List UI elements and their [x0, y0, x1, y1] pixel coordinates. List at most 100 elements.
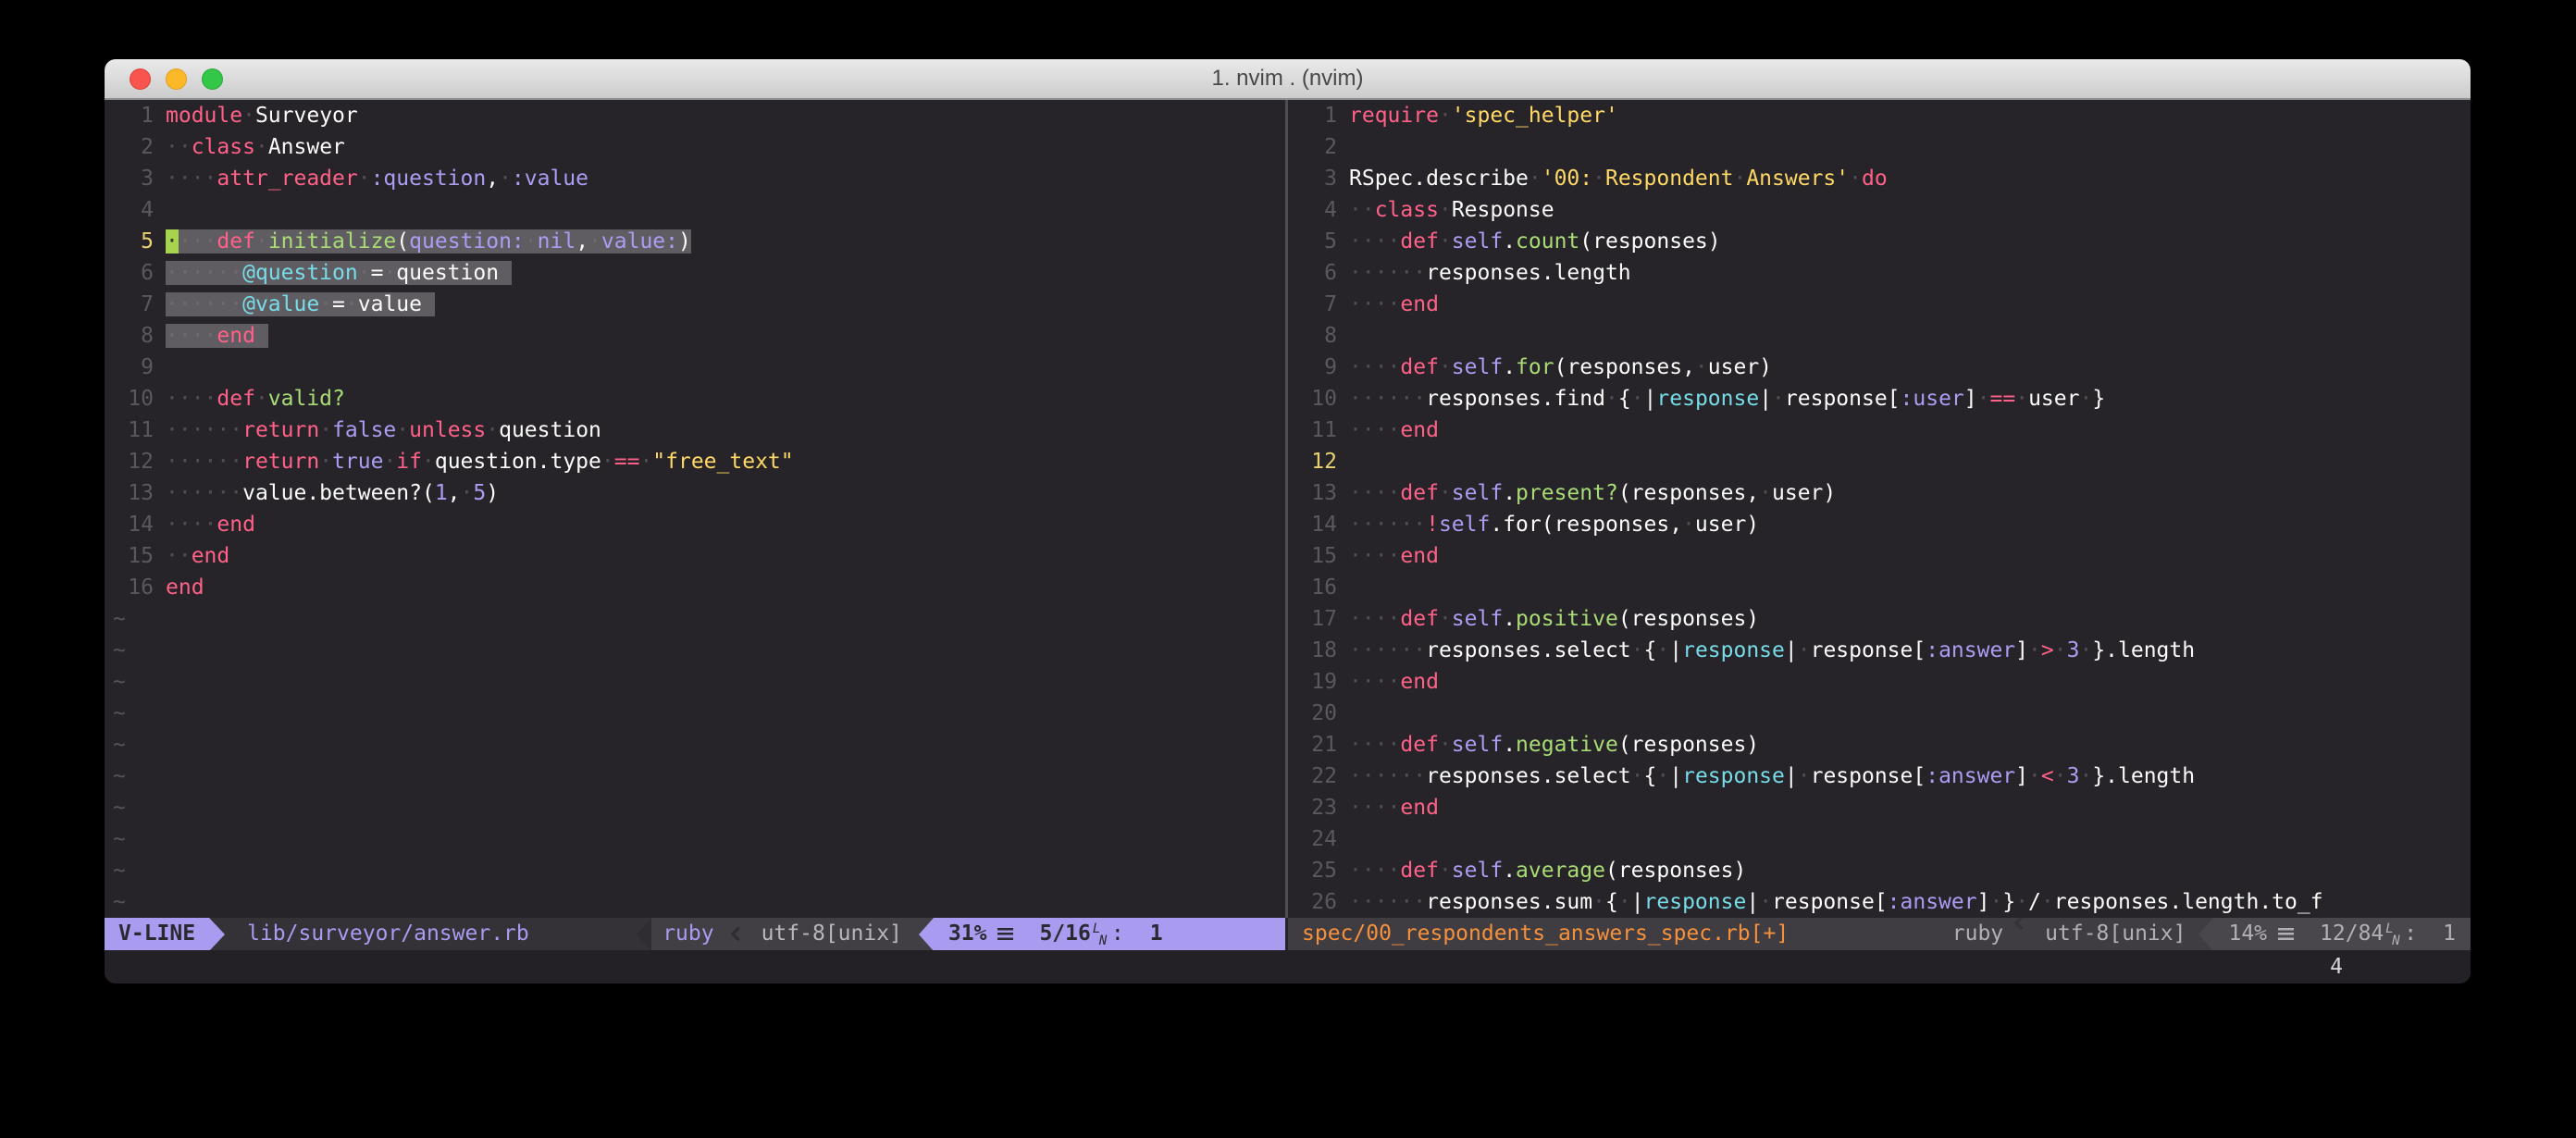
- window-titlebar[interactable]: 1. nvim . (nvim): [105, 59, 2471, 100]
- line-number: 14: [1296, 509, 1337, 540]
- code-line[interactable]: 11······return·false·unless·question: [105, 414, 1285, 446]
- filler-row[interactable]: ~: [105, 823, 1285, 855]
- code-line[interactable]: 6······responses.length: [1288, 257, 2471, 289]
- line-number: 3: [113, 163, 154, 194]
- line-number: 5: [1296, 226, 1337, 257]
- code-line[interactable]: 23····end: [1288, 792, 2471, 823]
- code-line[interactable]: 12: [1288, 446, 2471, 477]
- command-line[interactable]: 4: [105, 950, 2471, 983]
- code-line[interactable]: 17····def·self.positive(responses): [1288, 603, 2471, 635]
- code-line[interactable]: 12······return·true·if·question.type·==·…: [105, 446, 1285, 477]
- code-line[interactable]: 5····def·self.count(responses): [1288, 226, 2471, 257]
- line-number: 7: [113, 289, 154, 320]
- code-line[interactable]: 26······responses.sum·{·|response|·respo…: [1288, 886, 2471, 918]
- statusline-active[interactable]: V-LINE lib/surveyor/answer.rb ruby utf-8…: [105, 918, 1285, 950]
- line-number: 15: [1296, 540, 1337, 572]
- filler-row[interactable]: ~: [105, 729, 1285, 761]
- code-line[interactable]: 6······@question·=·question: [105, 257, 1285, 289]
- encoding-label: utf-8[unix]: [2039, 918, 2198, 950]
- code-line[interactable]: 14······!self.for(responses,·user): [1288, 509, 2471, 540]
- filler-row[interactable]: ~: [105, 792, 1285, 823]
- code-line[interactable]: 2: [1288, 131, 2471, 163]
- window-title: 1. nvim . (nvim): [105, 59, 2471, 98]
- vim-mode-indicator: V-LINE: [105, 918, 209, 950]
- code-line[interactable]: 18······responses.select·{·|response|·re…: [1288, 635, 2471, 666]
- line-number: 10: [113, 383, 154, 414]
- line-number: 20: [1296, 698, 1337, 729]
- code-line[interactable]: 15··end: [105, 540, 1285, 572]
- code-line[interactable]: 9····def·self.for(responses,·user): [1288, 352, 2471, 383]
- powerline-arrow-icon: [209, 918, 225, 950]
- code-line[interactable]: 1module·Surveyor: [105, 100, 1285, 131]
- filler-row[interactable]: ~: [105, 855, 1285, 886]
- line-number: 22: [1296, 761, 1337, 792]
- line-number: 1: [113, 100, 154, 131]
- filler-row[interactable]: ~: [105, 635, 1285, 666]
- line-number: 18: [1296, 635, 1337, 666]
- menu-lines-icon: [2278, 928, 2294, 940]
- line-number: 6: [113, 257, 154, 289]
- line-number: 4: [113, 194, 154, 226]
- scroll-percent: 31%: [948, 918, 987, 950]
- code-line[interactable]: 13····def·self.present?(responses,·user): [1288, 477, 2471, 509]
- line-number: 6: [1296, 257, 1337, 289]
- code-line[interactable]: 1require·'spec_helper': [1288, 100, 2471, 131]
- code-line[interactable]: 3RSpec.describe·'00:·Respondent·Answers'…: [1288, 163, 2471, 194]
- line-number: 4: [1296, 194, 1337, 226]
- cursor-block: ·: [166, 229, 179, 254]
- line-number: 24: [1296, 823, 1337, 855]
- editor-content: 1module·Surveyor2··class·Answer3····attr…: [105, 100, 2471, 918]
- line-number: 7: [1296, 289, 1337, 320]
- filler-row[interactable]: ~: [105, 698, 1285, 729]
- code-line[interactable]: 25····def·self.average(responses): [1288, 855, 2471, 886]
- filler-row[interactable]: ~: [105, 666, 1285, 698]
- line-number: 21: [1296, 729, 1337, 761]
- line-number: 15: [113, 540, 154, 572]
- code-line[interactable]: 16: [1288, 572, 2471, 603]
- line-number: 11: [1296, 414, 1337, 446]
- line-number: 12: [113, 446, 154, 477]
- terminal-window: 1. nvim . (nvim) 1module·Surveyor2··clas…: [105, 59, 2471, 983]
- filler-row[interactable]: ~: [105, 603, 1285, 635]
- left-editor-pane[interactable]: 1module·Surveyor2··class·Answer3····attr…: [105, 100, 1285, 918]
- code-line[interactable]: 19····end: [1288, 666, 2471, 698]
- line-number: 17: [1296, 603, 1337, 635]
- inactive-filename: spec/00_respondents_answers_spec.rb[+]: [1288, 918, 1789, 950]
- code-line[interactable]: 5 ····def·initialize(question:·nil,·value…: [105, 226, 1285, 257]
- code-line[interactable]: 2··class·Answer: [105, 131, 1285, 163]
- code-line[interactable]: 16end: [105, 572, 1285, 603]
- filler-row[interactable]: ~: [105, 761, 1285, 792]
- code-line[interactable]: 7······@value·=·value: [105, 289, 1285, 320]
- code-line[interactable]: 8····end: [105, 320, 1285, 352]
- line-number: 25: [1296, 855, 1337, 886]
- code-line[interactable]: 22······responses.select·{·|response|·re…: [1288, 761, 2471, 792]
- line-number: 1: [1296, 100, 1337, 131]
- line-number: 5: [113, 226, 154, 257]
- code-line[interactable]: 24: [1288, 823, 2471, 855]
- code-line[interactable]: 20: [1288, 698, 2471, 729]
- code-line[interactable]: 10······responses.find·{·|response|·resp…: [1288, 383, 2471, 414]
- code-line[interactable]: 21····def·self.negative(responses): [1288, 729, 2471, 761]
- filler-row[interactable]: ~: [105, 886, 1285, 918]
- line-number: 9: [1296, 352, 1337, 383]
- colon-separator: :: [1111, 918, 1124, 950]
- code-line[interactable]: 11····end: [1288, 414, 2471, 446]
- code-line[interactable]: 4··class·Response: [1288, 194, 2471, 226]
- powerline-arrow-icon: [637, 918, 651, 950]
- code-line[interactable]: 15····end: [1288, 540, 2471, 572]
- code-line[interactable]: 8: [1288, 320, 2471, 352]
- line-number: 9: [113, 352, 154, 383]
- visual-selection: ···def·initialize(question:·nil,·value:): [179, 229, 691, 254]
- code-line[interactable]: 3····attr_reader·:question,·:value: [105, 163, 1285, 194]
- code-line[interactable]: 14····end: [105, 509, 1285, 540]
- code-line[interactable]: 4: [105, 194, 1285, 226]
- statusline-info-section: ruby utf-8[unix]: [651, 918, 934, 950]
- code-line[interactable]: 9: [105, 352, 1285, 383]
- code-line[interactable]: 7····end: [1288, 289, 2471, 320]
- right-editor-pane[interactable]: 1require·'spec_helper'23RSpec.describe·'…: [1288, 100, 2471, 918]
- code-line[interactable]: 13······value.between?(1,·5): [105, 477, 1285, 509]
- code-line[interactable]: 10····def·valid?: [105, 383, 1285, 414]
- chevron-left-icon: [2014, 918, 2029, 930]
- statusline-inactive[interactable]: spec/00_respondents_answers_spec.rb[+] r…: [1288, 918, 2471, 950]
- line-number: 19: [1296, 666, 1337, 698]
